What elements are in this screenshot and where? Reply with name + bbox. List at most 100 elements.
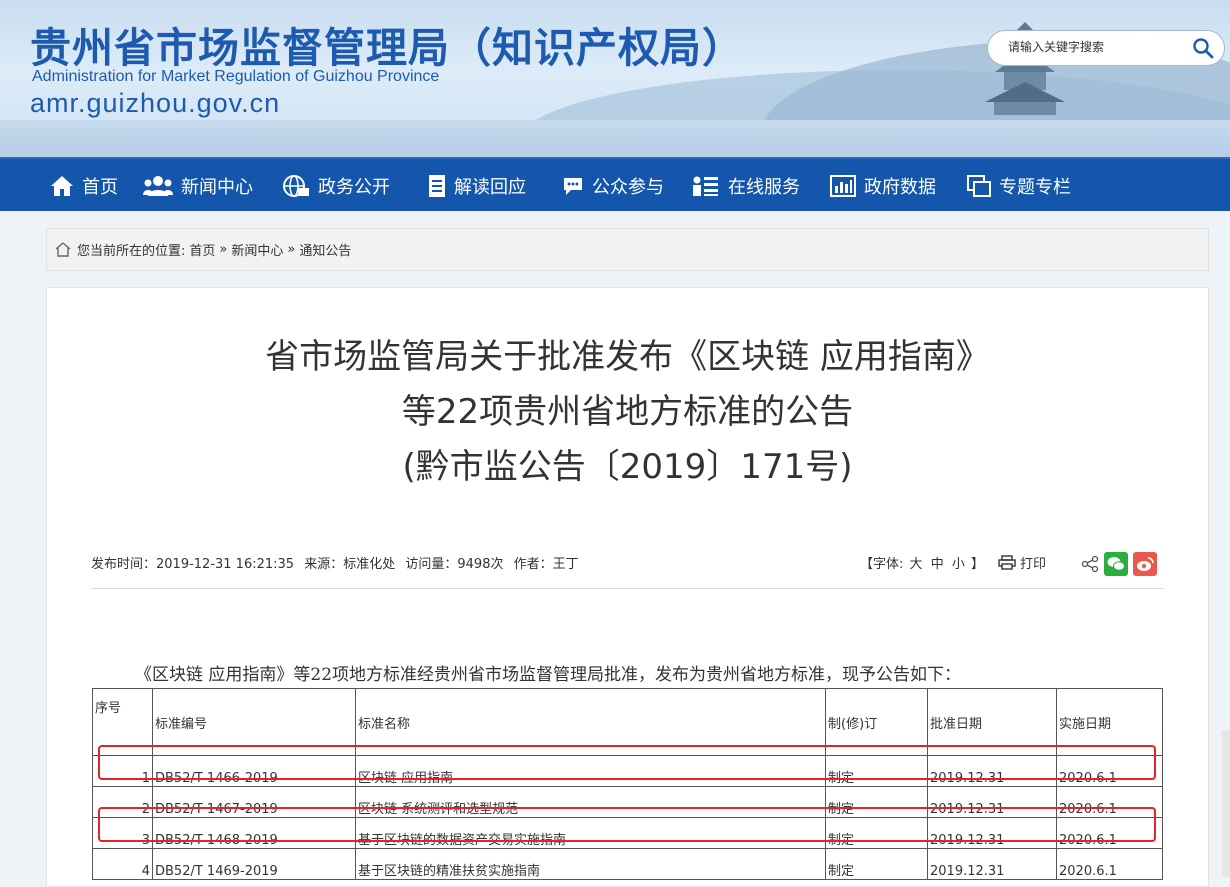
- font-size-small[interactable]: 小: [952, 557, 965, 572]
- table-row: 1 DB52/T 1466-2019 区块链 应用指南 制定 2019.12.3…: [92, 755, 1163, 787]
- table-cell: 4: [92, 848, 153, 880]
- table-cell: 3: [92, 817, 153, 849]
- table-header-cell: 制(修)订: [825, 688, 928, 756]
- table-cell: DB52/T 1468-2019: [152, 817, 356, 849]
- scrollbar[interactable]: [1222, 730, 1230, 877]
- breadcrumb-notice-link[interactable]: 通知公告: [299, 240, 351, 259]
- nav-item-online-service[interactable]: 在线服务: [692, 159, 800, 213]
- table-cell: 基于区块链的数据资产交易实施指南: [355, 817, 826, 849]
- author: 作者：王丁: [513, 557, 579, 572]
- view-count: 访问量：9498次: [405, 557, 504, 572]
- breadcrumb-prefix: 您当前所在的位置:: [77, 244, 186, 259]
- site-subtitle-en: Administration for Market Regulation of …: [32, 68, 440, 85]
- table-cell: 2019.12.31: [927, 786, 1057, 818]
- nav-label: 新闻中心: [181, 177, 253, 198]
- nav-label: 政府数据: [864, 177, 936, 198]
- table-cell: 制定: [825, 817, 928, 849]
- table-cell: 2020.6.1: [1056, 755, 1163, 787]
- search-box: [987, 30, 1225, 66]
- table-cell: 区块链 应用指南: [355, 755, 826, 787]
- table-header-cell: 序号: [92, 688, 153, 756]
- article-title-line3: (黔市监公告〔2019〕171号): [402, 447, 853, 487]
- nav-label: 在线服务: [728, 177, 800, 198]
- wechat-share-button[interactable]: [1104, 552, 1128, 576]
- divider: [91, 588, 1164, 589]
- article-intro: 《区块链 应用指南》等22项地方标准经贵州省市场监督管理局批准，发布为贵州省地方…: [135, 665, 962, 685]
- nav-label: 首页: [82, 177, 118, 198]
- table-header-cell: 标准名称: [355, 688, 826, 756]
- font-size-large[interactable]: 大: [910, 557, 923, 572]
- table-cell: DB52/T 1466-2019: [152, 755, 356, 787]
- article-title: 省市场监管局关于批准发布《区块链 应用指南》 等22项贵州省地方标准的公告 (黔…: [47, 330, 1208, 495]
- font-size-label: 【字体:: [860, 557, 904, 572]
- nav-item-home[interactable]: 首页: [50, 159, 118, 213]
- table-row: 3 DB52/T 1468-2019 基于区块链的数据资产交易实施指南 制定 2…: [92, 817, 1163, 849]
- share-icon: [1081, 555, 1099, 573]
- table-header-cell: 标准编号: [152, 688, 356, 756]
- table-cell: 2020.6.1: [1056, 786, 1163, 818]
- table-header-cell: 实施日期: [1056, 688, 1163, 756]
- publish-time: 发布时间：2019-12-31 16:21:35: [91, 557, 295, 572]
- table-cell: DB52/T 1469-2019: [152, 848, 356, 880]
- share-bar: [1081, 552, 1157, 576]
- window-icon: [967, 175, 991, 197]
- document-icon: [429, 175, 445, 197]
- nav-item-news[interactable]: 新闻中心: [143, 159, 253, 213]
- article-tools: 【字体: 大 中 小 】 打印: [860, 553, 1046, 572]
- header-banner: 贵州省市场监督管理局（知识产权局） Administration for Mar…: [0, 0, 1230, 157]
- print-label: 打印: [1020, 557, 1047, 572]
- table-cell: 制定: [825, 848, 928, 880]
- table-row: 4 DB52/T 1469-2019 基于区块链的精准扶贫实施指南 制定 201…: [92, 848, 1163, 880]
- site-url: amr.guizhou.gov.cn: [30, 88, 281, 118]
- nav-item-interpretation[interactable]: 解读回应: [428, 159, 526, 213]
- weibo-share-button[interactable]: [1133, 552, 1157, 576]
- home-icon: [55, 242, 71, 257]
- main-nav: 首页 新闻中心 政务公开 解读回应 公众参与 在线服务 政府数据 专题专栏: [0, 157, 1230, 211]
- font-size-medium[interactable]: 中: [931, 557, 944, 572]
- list-icon: [693, 176, 718, 196]
- breadcrumb-home-link[interactable]: 首页: [189, 240, 215, 259]
- wechat-icon: [1107, 557, 1125, 571]
- table-cell: 2: [92, 786, 153, 818]
- breadcrumb-separator: »: [287, 242, 296, 257]
- nav-item-special-topics[interactable]: 专题专栏: [967, 159, 1071, 213]
- table-cell: 2020.6.1: [1056, 817, 1163, 849]
- nav-item-gov-data[interactable]: 政府数据: [830, 159, 936, 213]
- table-cell: 2019.12.31: [927, 755, 1057, 787]
- font-size-switcher: 【字体: 大 中 小 】: [860, 553, 984, 572]
- table-cell: 2019.12.31: [927, 817, 1057, 849]
- search-icon[interactable]: [1192, 37, 1214, 59]
- font-size-close: 】: [971, 557, 985, 572]
- print-button[interactable]: 打印: [998, 553, 1046, 572]
- article-panel: 省市场监管局关于批准发布《区块链 应用指南》 等22项贵州省地方标准的公告 (黔…: [46, 287, 1209, 887]
- nav-item-gov-affairs[interactable]: 政务公开: [282, 159, 390, 213]
- article-title-line1: 省市场监管局关于批准发布《区块链 应用指南》: [265, 337, 990, 377]
- table-cell: 制定: [825, 786, 928, 818]
- table-row: 2 DB52/T 1467-2019 区块链 系统测评和选型规范 制定 2019…: [92, 786, 1163, 818]
- article-title-line2: 等22项贵州省地方标准的公告: [401, 392, 854, 432]
- chat-icon: [564, 178, 582, 195]
- home-icon: [51, 176, 73, 196]
- breadcrumb: 您当前所在的位置: 首页 » 新闻中心 » 通知公告: [46, 228, 1209, 271]
- search-input[interactable]: [1006, 39, 1180, 55]
- nav-item-participation[interactable]: 公众参与: [562, 159, 664, 213]
- people-icon: [143, 176, 173, 196]
- breadcrumb-news-link[interactable]: 新闻中心: [231, 240, 283, 259]
- globe-icon: [283, 175, 309, 197]
- table-cell: 2019.12.31: [927, 848, 1057, 880]
- nav-label: 专题专栏: [999, 177, 1071, 198]
- article-meta: 发布时间：2019-12-31 16:21:35 来源：标准化处 访问量：949…: [91, 553, 585, 572]
- nav-label: 解读回应: [454, 177, 526, 198]
- weibo-icon: [1137, 557, 1154, 571]
- table-cell: 制定: [825, 755, 928, 787]
- source: 来源：标准化处: [304, 557, 396, 572]
- standards-table: 序号 标准编号 标准名称 制(修)订 批准日期 实施日期 1 DB52/T 14…: [92, 688, 1163, 880]
- nav-label: 政务公开: [318, 177, 390, 198]
- printer-icon: [998, 555, 1016, 570]
- breadcrumb-separator: »: [219, 242, 228, 257]
- table-cell: 基于区块链的精准扶贫实施指南: [355, 848, 826, 880]
- table-cell: 2020.6.1: [1056, 848, 1163, 880]
- table-header-cell: 批准日期: [927, 688, 1057, 756]
- bar-chart-icon: [830, 175, 856, 197]
- banner-water: [0, 120, 1230, 157]
